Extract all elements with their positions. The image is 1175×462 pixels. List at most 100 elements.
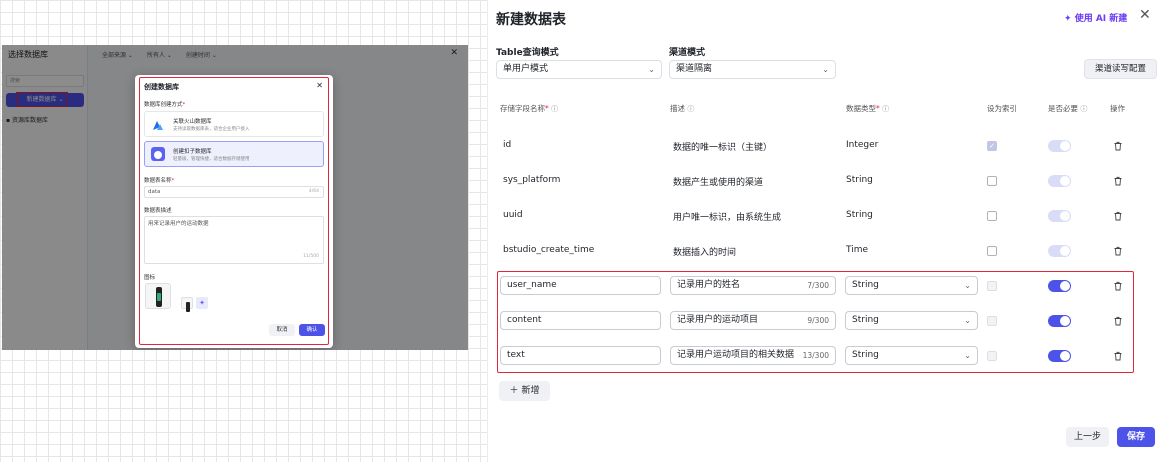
trash-icon[interactable] bbox=[1113, 351, 1123, 361]
table-desc-value: 用来记录用户的运动数据 bbox=[148, 221, 209, 227]
field-type: String bbox=[846, 210, 873, 220]
close-icon[interactable]: ✕ bbox=[1139, 7, 1151, 23]
channel-mode-select[interactable]: 渠道隔离 ⌄ bbox=[669, 60, 836, 79]
database-icon bbox=[151, 147, 165, 161]
index-checkbox[interactable] bbox=[987, 316, 997, 326]
field-type: Time bbox=[846, 245, 869, 255]
field-name-input[interactable]: content bbox=[500, 311, 661, 330]
index-checkbox[interactable] bbox=[987, 246, 997, 256]
ai-generate-icon[interactable]: ✦ bbox=[196, 297, 208, 309]
watch-icon[interactable] bbox=[145, 283, 171, 309]
table-desc-textarea[interactable]: 用来记录用户的运动数据 11/500 bbox=[144, 216, 324, 264]
info-icon[interactable]: ⓘ bbox=[687, 105, 694, 113]
field-name: sys_platform bbox=[503, 175, 561, 185]
field-type: Integer bbox=[846, 140, 879, 150]
plus-icon: ＋ bbox=[509, 386, 519, 396]
col-actions: 操作 bbox=[1110, 104, 1125, 113]
col-field-name-label: 存储字段名称 bbox=[500, 104, 545, 113]
chevron-down-icon: ⌄ bbox=[964, 351, 971, 360]
required-toggle[interactable] bbox=[1048, 245, 1071, 257]
index-checkbox[interactable] bbox=[987, 176, 997, 186]
char-count: 13/300 bbox=[802, 351, 829, 360]
ai-create-button[interactable]: ✦ 使用 AI 新建 bbox=[1064, 11, 1127, 24]
info-icon[interactable]: ⓘ bbox=[551, 105, 558, 113]
field-desc-input[interactable]: 记录用户的姓名 7/300 bbox=[670, 276, 836, 295]
field-desc: 用户唯一标识，由系统生成 bbox=[673, 213, 782, 223]
required-toggle[interactable] bbox=[1048, 140, 1071, 152]
channel-config-button[interactable]: 渠道读写配置 bbox=[1084, 59, 1157, 79]
field-desc-input[interactable]: 记录用户运动项目的相关数据 13/300 bbox=[670, 346, 836, 365]
cancel-button[interactable]: 取消 bbox=[269, 324, 295, 336]
close-icon[interactable]: ✕ bbox=[316, 81, 323, 90]
icon-label: 图标 bbox=[144, 275, 156, 281]
required-mark: * bbox=[876, 104, 880, 113]
option-title: 创建扣子数据库 bbox=[173, 149, 212, 155]
name-label-text: 数据表名称 bbox=[144, 178, 172, 184]
info-icon[interactable]: ⓘ bbox=[1080, 105, 1087, 113]
trash-icon[interactable] bbox=[1113, 281, 1123, 291]
required-toggle[interactable] bbox=[1048, 350, 1071, 362]
trash-icon[interactable] bbox=[1113, 176, 1123, 186]
add-field-label: 新增 bbox=[521, 386, 540, 396]
index-checkbox[interactable]: ✓ bbox=[987, 141, 997, 151]
ai-create-label: 使用 AI 新建 bbox=[1074, 14, 1128, 24]
index-checkbox[interactable] bbox=[987, 211, 997, 221]
index-checkbox[interactable] bbox=[987, 351, 997, 361]
method-label-text: 数据库创建方式 bbox=[144, 102, 183, 108]
option-desc: 支持读取数据库表，适合企业用户接入 bbox=[173, 127, 250, 132]
field-desc-value: 记录用户的姓名 bbox=[677, 280, 741, 290]
volcano-icon bbox=[151, 117, 165, 131]
previous-step-button[interactable]: 上一步 bbox=[1066, 427, 1109, 447]
col-index: 设为索引 bbox=[987, 104, 1017, 113]
dialog-title: 创建数据库 bbox=[144, 83, 179, 91]
col-data-type-label: 数据类型 bbox=[846, 104, 876, 113]
query-mode-value: 单用户模式 bbox=[503, 64, 549, 74]
option-coze-db[interactable]: 创建扣子数据库 轻量级，管理快捷，适合数据存储使用 bbox=[144, 141, 324, 167]
field-type-value: String bbox=[852, 315, 879, 325]
save-button[interactable]: 保存 bbox=[1117, 427, 1155, 447]
name-label: 数据表名称* bbox=[144, 176, 174, 184]
required-toggle[interactable] bbox=[1048, 315, 1071, 327]
option-desc: 轻量级，管理快捷，适合数据存储使用 bbox=[173, 157, 250, 162]
field-desc-input[interactable]: 记录用户的运动项目 9/300 bbox=[670, 311, 836, 330]
desc-label: 数据表描述 bbox=[144, 208, 172, 214]
field-name: uuid bbox=[503, 210, 523, 220]
field-type-select[interactable]: String ⌄ bbox=[845, 311, 978, 330]
char-count: 7/300 bbox=[807, 281, 829, 290]
col-description: 描述 ⓘ bbox=[670, 103, 694, 114]
field-type: String bbox=[846, 175, 873, 185]
add-field-button[interactable]: ＋ 新增 bbox=[499, 381, 550, 401]
chevron-down-icon: ⌄ bbox=[964, 316, 971, 325]
field-type-select[interactable]: String ⌄ bbox=[845, 276, 978, 295]
required-toggle[interactable] bbox=[1048, 280, 1071, 292]
page-title: 新建数据表 bbox=[496, 12, 566, 28]
index-checkbox[interactable] bbox=[987, 281, 997, 291]
trash-icon[interactable] bbox=[1113, 211, 1123, 221]
info-icon[interactable]: ⓘ bbox=[882, 105, 889, 113]
field-name-input[interactable]: user_name bbox=[500, 276, 661, 295]
query-mode-select[interactable]: 单用户模式 ⌄ bbox=[496, 60, 662, 79]
col-description-label: 描述 bbox=[670, 104, 685, 113]
sparkle-icon: ✦ bbox=[1064, 14, 1072, 24]
trash-icon[interactable] bbox=[1113, 246, 1123, 256]
char-count: 11/500 bbox=[303, 254, 319, 259]
trash-icon[interactable] bbox=[1113, 316, 1123, 326]
table-name-value: data bbox=[148, 189, 161, 195]
chevron-down-icon: ⌄ bbox=[648, 65, 655, 74]
watch-thumbnail-icon[interactable] bbox=[181, 297, 193, 312]
required-toggle[interactable] bbox=[1048, 175, 1071, 187]
required-toggle[interactable] bbox=[1048, 210, 1071, 222]
option-volcano-db[interactable]: 关联火山数据库 支持读取数据库表，适合企业用户接入 bbox=[144, 111, 324, 137]
option-title: 关联火山数据库 bbox=[173, 119, 212, 125]
col-required: 是否必要 ⓘ bbox=[1048, 103, 1087, 114]
field-name-input[interactable]: text bbox=[500, 346, 661, 365]
create-database-dialog: 创建数据库 ✕ 数据库创建方式* 关联火山数据库 支持读取数据库表，适合企业用户… bbox=[135, 75, 333, 348]
chevron-down-icon: ⌄ bbox=[822, 65, 829, 74]
confirm-button[interactable]: 确认 bbox=[299, 324, 325, 336]
table-name-input[interactable]: data 4/64 bbox=[144, 186, 324, 198]
field-name: bstudio_create_time bbox=[503, 245, 595, 255]
channel-mode-label: 渠道模式 bbox=[669, 48, 706, 58]
trash-icon[interactable] bbox=[1113, 141, 1123, 151]
required-mark: * bbox=[182, 102, 186, 108]
field-type-select[interactable]: String ⌄ bbox=[845, 346, 978, 365]
